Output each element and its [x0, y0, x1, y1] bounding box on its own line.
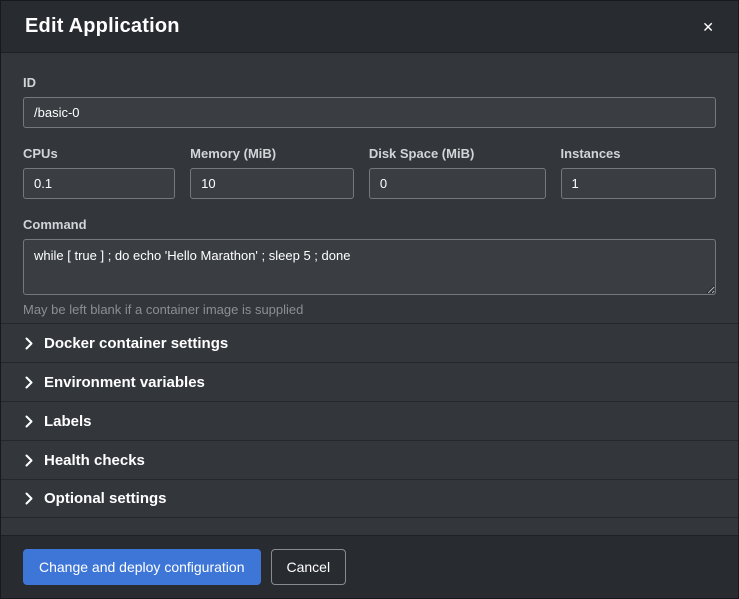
disk-label: Disk Space (MiB) — [369, 146, 546, 161]
command-textarea[interactable]: while [ true ] ; do echo 'Hello Marathon… — [23, 239, 716, 295]
section-docker-container-settings[interactable]: Docker container settings — [1, 323, 738, 362]
memory-label: Memory (MiB) — [190, 146, 354, 161]
edit-application-modal: Edit Application ✕ ID CPUs Memory (MiB) … — [0, 0, 739, 599]
cpus-input[interactable] — [23, 168, 175, 199]
instances-field-group: Instances — [561, 146, 716, 199]
disk-field-group: Disk Space (MiB) — [369, 146, 546, 199]
cancel-button[interactable]: Cancel — [271, 549, 347, 585]
modal-header: Edit Application ✕ — [1, 1, 738, 53]
command-help-text: May be left blank if a container image i… — [23, 302, 716, 317]
instances-label: Instances — [561, 146, 716, 161]
chevron-right-icon — [25, 415, 33, 428]
section-label: Optional settings — [44, 490, 167, 507]
section-labels[interactable]: Labels — [1, 401, 738, 440]
command-field-group: Command while [ true ] ; do echo 'Hello … — [23, 217, 716, 317]
memory-input[interactable] — [190, 168, 354, 199]
instances-input[interactable] — [561, 168, 716, 199]
modal-footer: Change and deploy configuration Cancel — [1, 535, 738, 598]
resources-row: CPUs Memory (MiB) Disk Space (MiB) Insta… — [23, 146, 716, 199]
disk-input[interactable] — [369, 168, 546, 199]
application-form: ID CPUs Memory (MiB) Disk Space (MiB) In… — [1, 53, 738, 323]
section-label: Docker container settings — [44, 335, 228, 352]
change-and-deploy-button[interactable]: Change and deploy configuration — [23, 549, 261, 585]
chevron-right-icon — [25, 337, 33, 350]
cpus-label: CPUs — [23, 146, 175, 161]
modal-title: Edit Application — [25, 15, 180, 38]
command-label: Command — [23, 217, 716, 232]
section-label: Environment variables — [44, 374, 205, 391]
collapsible-sections: Docker container settings Environment va… — [1, 323, 738, 518]
cpus-field-group: CPUs — [23, 146, 175, 199]
close-icon: ✕ — [702, 19, 714, 35]
close-button[interactable]: ✕ — [700, 16, 716, 38]
chevron-right-icon — [25, 454, 33, 467]
chevron-right-icon — [25, 376, 33, 389]
section-label: Health checks — [44, 452, 145, 469]
section-optional-settings[interactable]: Optional settings — [1, 479, 738, 518]
id-field-group: ID — [23, 75, 716, 128]
memory-field-group: Memory (MiB) — [190, 146, 354, 199]
section-health-checks[interactable]: Health checks — [1, 440, 738, 479]
id-label: ID — [23, 75, 716, 90]
id-input[interactable] — [23, 97, 716, 128]
chevron-right-icon — [25, 492, 33, 505]
section-environment-variables[interactable]: Environment variables — [1, 362, 738, 401]
section-label: Labels — [44, 413, 92, 430]
